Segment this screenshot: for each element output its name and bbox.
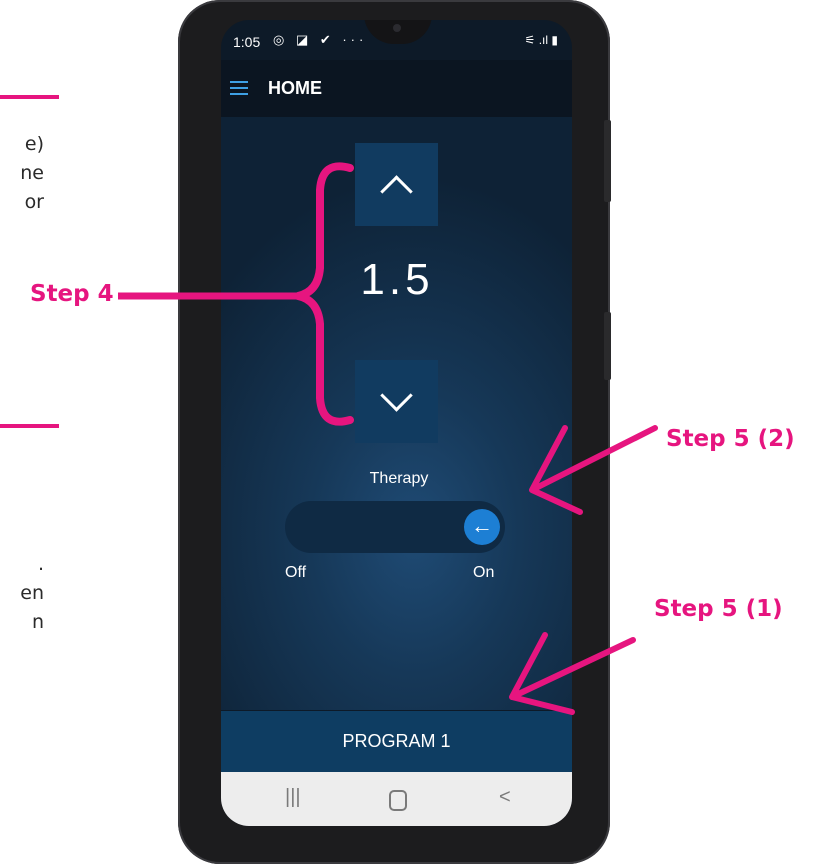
step4-bracket [294,162,354,426]
step4-callout: Step 4 [30,281,114,307]
step5-1-arrow [509,632,636,715]
step5-2-callout: Step 5 (2) [666,426,795,452]
step5-2-arrow [529,425,658,515]
step5-1-callout: Step 5 (1) [654,596,783,622]
